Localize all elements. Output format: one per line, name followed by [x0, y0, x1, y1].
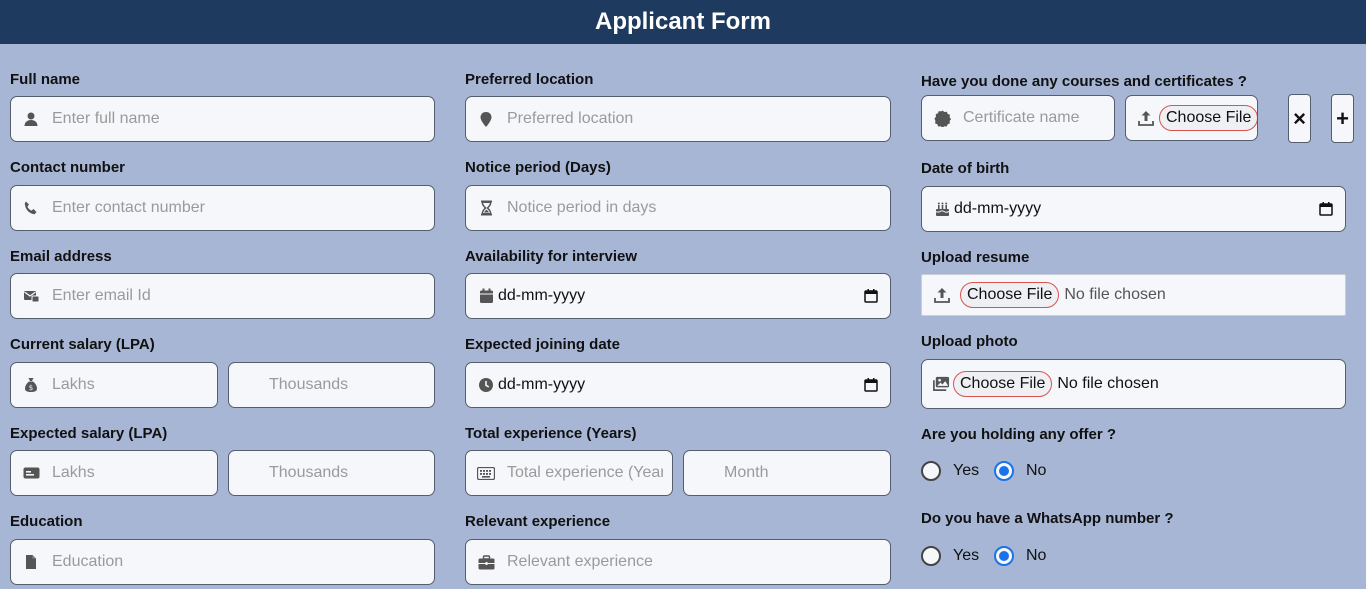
dob-value: dd-mm-yyyy	[954, 200, 1042, 217]
full-name-label: Full name	[10, 71, 81, 88]
upload-resume-label: Upload resume	[921, 249, 1030, 266]
education-field[interactable]	[10, 539, 435, 585]
radio-circle[interactable]	[921, 546, 941, 566]
remove-certificate-button[interactable]: ×	[1288, 94, 1311, 143]
email-label: Email address	[10, 248, 112, 265]
radio-circle-selected[interactable]	[994, 546, 1014, 566]
resume-file-status: No file chosen	[1064, 286, 1166, 303]
upload-photo-field[interactable]: Choose File No file chosen	[921, 359, 1346, 409]
whatsapp-yes-radio[interactable]: Yes	[921, 546, 979, 566]
current-salary-lakhs-input[interactable]	[52, 376, 208, 394]
full-name-input[interactable]	[52, 110, 425, 128]
dob-label: Date of birth	[921, 160, 1010, 177]
whatsapp-no-radio[interactable]: No	[994, 546, 1046, 566]
contact-number-field[interactable]	[10, 185, 435, 231]
current-salary-lakhs-field[interactable]: $	[10, 362, 218, 408]
photo-file-status: No file chosen	[1057, 375, 1159, 392]
notice-period-field[interactable]	[465, 185, 891, 231]
joining-date-value: dd-mm-yyyy	[498, 376, 586, 393]
total-experience-month-field[interactable]	[683, 450, 891, 496]
availability-label: Availability for interview	[465, 248, 637, 265]
keyboard-icon	[477, 464, 495, 482]
offer-yes-radio[interactable]: Yes	[921, 461, 979, 481]
calendar-picker-icon[interactable]	[864, 378, 878, 392]
upload-icon	[1137, 109, 1155, 127]
notice-period-label: Notice period (Days)	[465, 159, 611, 176]
relevant-experience-input[interactable]	[507, 553, 881, 571]
email-field[interactable]	[10, 273, 435, 319]
mail-icon	[22, 287, 40, 305]
expected-salary-thousands-input[interactable]	[269, 464, 424, 482]
offer-no-label: No	[1026, 462, 1047, 479]
expected-salary-lakhs-field[interactable]	[10, 450, 218, 496]
calendar-picker-icon[interactable]	[864, 289, 878, 303]
user-icon	[22, 110, 40, 128]
certificate-choose-file-button[interactable]: Choose File	[1159, 105, 1257, 131]
offer-yes-label: Yes	[953, 462, 980, 479]
total-experience-years-input[interactable]	[507, 464, 663, 482]
preferred-location-input[interactable]	[507, 110, 881, 128]
money-bag-icon: $	[22, 376, 40, 394]
calendar-icon	[477, 287, 495, 305]
preferred-location-label: Preferred location	[465, 71, 594, 88]
total-experience-years-field[interactable]	[465, 450, 673, 496]
money-card-icon	[22, 464, 40, 482]
svg-text:$: $	[29, 384, 33, 392]
expected-salary-label: Expected salary (LPA)	[10, 425, 168, 442]
relevant-experience-label: Relevant experience	[465, 513, 611, 530]
total-experience-month-input[interactable]	[724, 464, 880, 482]
upload-photo-label: Upload photo	[921, 333, 1018, 350]
current-salary-thousands-field[interactable]	[228, 362, 435, 408]
joining-date-label: Expected joining date	[465, 336, 621, 353]
offer-label: Are you holding any offer ?	[921, 426, 1117, 443]
full-name-field[interactable]	[10, 96, 435, 142]
clock-icon	[477, 376, 495, 394]
hourglass-icon	[477, 199, 495, 217]
radio-circle[interactable]	[921, 461, 941, 481]
phone-icon	[22, 199, 40, 217]
calendar-picker-icon[interactable]	[1319, 202, 1333, 216]
certificate-name-input[interactable]	[963, 109, 1105, 127]
whatsapp-yes-label: Yes	[953, 547, 980, 564]
certificate-name-field[interactable]	[921, 95, 1115, 141]
joining-date-field[interactable]: dd-mm-yyyy	[465, 362, 891, 408]
add-certificate-button[interactable]: +	[1331, 94, 1354, 143]
whatsapp-no-label: No	[1026, 547, 1047, 564]
education-input[interactable]	[52, 553, 425, 571]
contact-number-label: Contact number	[10, 159, 126, 176]
total-experience-label: Total experience (Years)	[465, 425, 637, 442]
photo-choose-file-button[interactable]: Choose File	[953, 371, 1053, 397]
availability-date-value: dd-mm-yyyy	[498, 287, 586, 304]
expected-salary-lakhs-input[interactable]	[52, 464, 208, 482]
notice-period-input[interactable]	[507, 199, 881, 217]
offer-no-radio[interactable]: No	[994, 461, 1046, 481]
whatsapp-label: Do you have a WhatsApp number ?	[921, 510, 1174, 527]
upload-icon	[933, 286, 951, 304]
certificate-icon	[933, 109, 951, 127]
courses-label: Have you done any courses and certificat…	[921, 73, 1247, 90]
images-icon	[932, 375, 950, 393]
cake-icon	[933, 200, 951, 218]
current-salary-label: Current salary (LPA)	[10, 336, 155, 353]
location-pin-icon	[477, 110, 495, 128]
preferred-location-field[interactable]	[465, 96, 891, 142]
contact-number-input[interactable]	[52, 199, 425, 217]
dob-field[interactable]: dd-mm-yyyy	[921, 186, 1346, 232]
upload-resume-field[interactable]: Choose File No file chosen	[921, 274, 1346, 316]
document-icon	[22, 553, 40, 571]
education-label: Education	[10, 513, 83, 530]
availability-date-field[interactable]: dd-mm-yyyy	[465, 273, 891, 319]
expected-salary-thousands-field[interactable]	[228, 450, 435, 496]
resume-choose-file-button[interactable]: Choose File	[960, 282, 1060, 308]
radio-circle-selected[interactable]	[994, 461, 1014, 481]
briefcase-icon	[477, 553, 495, 571]
certificate-file-field[interactable]: Choose File	[1125, 95, 1258, 141]
relevant-experience-field[interactable]	[465, 539, 891, 585]
page-title: Applicant Form	[594, 8, 771, 35]
form-header: Applicant Form	[0, 0, 1366, 44]
email-input[interactable]	[52, 287, 425, 305]
current-salary-thousands-input[interactable]	[269, 376, 424, 394]
